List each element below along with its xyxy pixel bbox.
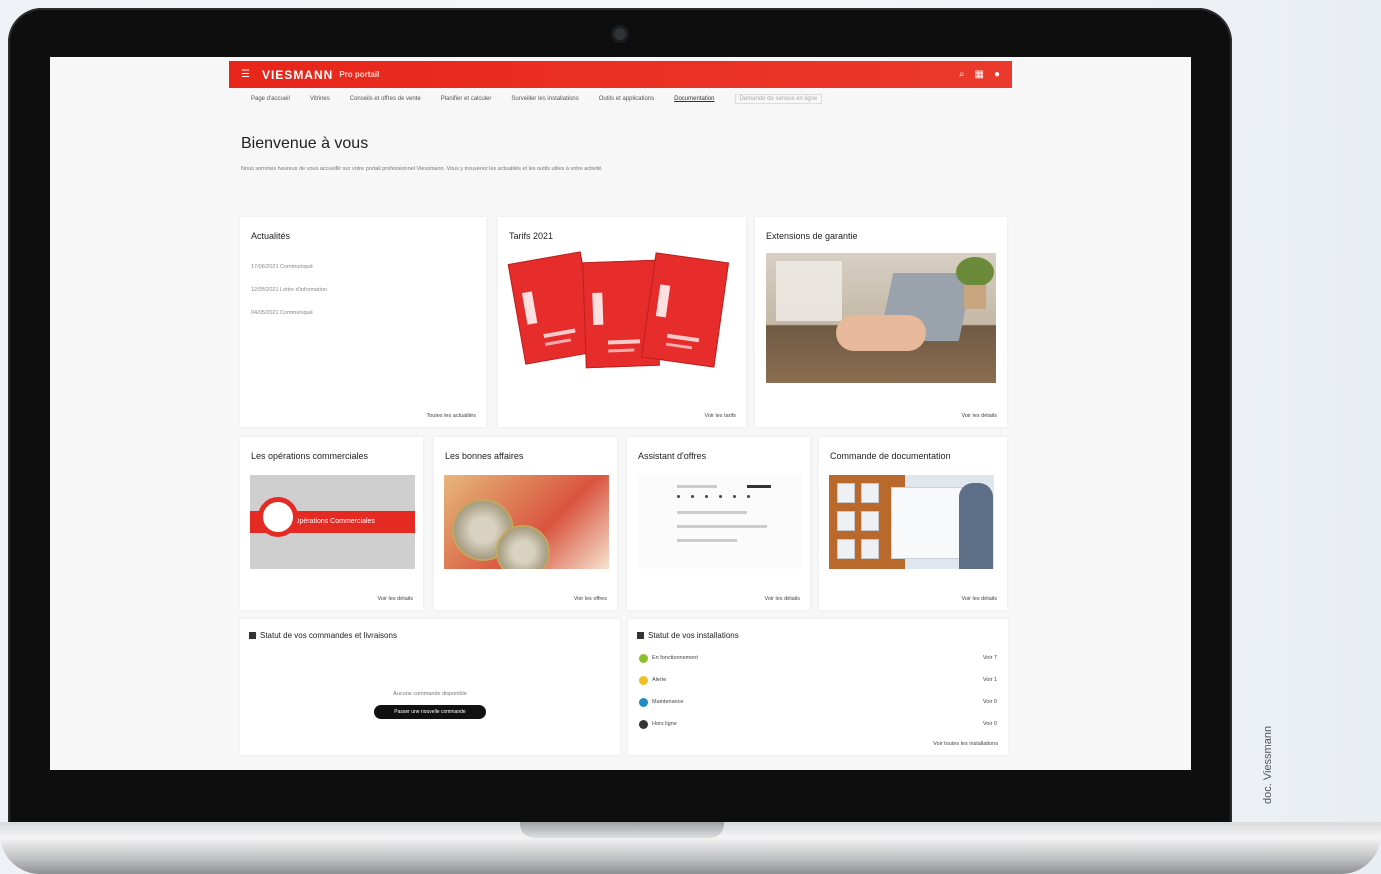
nav-item[interactable]: Vitrines: [310, 96, 330, 102]
more-link[interactable]: Voir les détails: [378, 596, 413, 602]
laptop-notch: [520, 822, 724, 838]
card-title: Les opérations commerciales: [251, 451, 369, 461]
card-title: Actualités: [251, 231, 291, 241]
more-link[interactable]: Voir les détails: [962, 413, 997, 419]
card-assistant: Assistant d'offres Voir les détails: [627, 437, 810, 610]
card-title: Extensions de garantie: [766, 231, 858, 241]
new-order-button[interactable]: Passer une nouvelle commande: [374, 705, 486, 719]
card-status-orders: Statut de vos commandes et livraisons Au…: [240, 619, 620, 755]
more-link[interactable]: Toutes les actualités: [426, 413, 476, 419]
installation-row[interactable]: Alerte Voir 1: [639, 675, 997, 687]
nav-item[interactable]: Conseils et offres de vente: [350, 96, 421, 102]
nav-item[interactable]: Demande de service en ligne: [734, 94, 823, 104]
coins-image: [444, 475, 609, 569]
nav-item-active[interactable]: Documentation: [674, 96, 714, 102]
installation-count[interactable]: Voir 0: [983, 699, 997, 705]
operations-image: Opérations Commerciales: [250, 475, 415, 569]
installation-row[interactable]: En fonctionnement Voir 7: [639, 653, 997, 665]
more-link[interactable]: Voir les détails: [962, 596, 997, 602]
main-nav: Page d'accueil Vitrines Conseils et offr…: [229, 91, 1012, 107]
empty-message: Aucune commande disponible: [393, 691, 467, 697]
nav-item[interactable]: Outils et applications: [599, 96, 654, 102]
brochure-image: [640, 252, 730, 368]
card-status-installations: Statut de vos installations En fonctionn…: [628, 619, 1008, 755]
user-icon[interactable]: ●: [994, 69, 1000, 80]
more-link[interactable]: Voir les offres: [574, 596, 607, 602]
card-commande: Commande de documentation Voir les détai…: [819, 437, 1007, 610]
card-title: Les bonnes affaires: [445, 451, 524, 461]
installation-label: Alerte: [652, 677, 667, 683]
installation-row[interactable]: Hors ligne Voir 0: [639, 719, 997, 731]
intro-text: Nous sommes heureux de vous accueillir s…: [241, 166, 603, 172]
card-actualites: Actualités 17/06/2021 Communiqué 12/05/2…: [240, 217, 486, 427]
installation-label: En fonctionnement: [652, 655, 698, 661]
installation-count[interactable]: Voir 1: [983, 677, 997, 683]
installation-count[interactable]: Voir 0: [983, 721, 997, 727]
card-affaires: Les bonnes affaires Voir les offres: [434, 437, 617, 610]
grid-icon[interactable]: ▦: [975, 69, 984, 80]
website: ☰ VIESMANN Pro portail ⌕ ▦ ● Page d'accu…: [229, 57, 1012, 770]
documentation-image: [829, 475, 994, 569]
status-dot-icon: [639, 676, 648, 685]
nav-item[interactable]: Planifier et calculer: [441, 96, 492, 102]
installation-label: Maintenance: [652, 699, 684, 705]
installation-row[interactable]: Maintenance Voir 0: [639, 697, 997, 709]
more-link[interactable]: Voir les détails: [765, 596, 800, 602]
card-title: Assistant d'offres: [638, 451, 707, 461]
top-bar: ☰ VIESMANN Pro portail ⌕ ▦ ●: [229, 61, 1012, 88]
card-title: Statut de vos installations: [648, 631, 739, 640]
nav-item[interactable]: Page d'accueil: [251, 96, 290, 102]
more-link[interactable]: Voir les tarifs: [705, 413, 736, 419]
card-title: Commande de documentation: [830, 451, 951, 461]
page-title: Bienvenue à vous: [241, 135, 369, 152]
nav-item[interactable]: Surveiller les installations: [511, 96, 578, 102]
card-tarifs: Tarifs 2021 Voir les tarifs: [498, 217, 746, 427]
laptop-photo: [766, 253, 996, 383]
status-dot-icon: [639, 698, 648, 707]
more-link[interactable]: Voir toutes les installations: [933, 741, 998, 747]
form-screenshot: [637, 475, 802, 569]
installation-label: Hors ligne: [652, 721, 677, 727]
alarm-clock-icon: [258, 497, 298, 537]
photo-credit: doc. Viessmann: [1262, 725, 1274, 804]
card-title: Statut de vos commandes et livraisons: [260, 631, 397, 640]
laptop-screen: ☰ VIESMANN Pro portail ⌕ ▦ ● Page d'accu…: [50, 57, 1191, 770]
truck-icon: [249, 632, 256, 639]
news-item[interactable]: 12/05/2021 Lettre d'information: [251, 287, 327, 293]
building-icon: [637, 632, 644, 639]
installation-count[interactable]: Voir 7: [983, 655, 997, 661]
card-operations: Les opérations commerciales Opérations C…: [240, 437, 423, 610]
hamburger-icon[interactable]: ☰: [241, 69, 250, 80]
webcam: [614, 28, 626, 40]
status-dot-icon: [639, 654, 648, 663]
status-dot-icon: [639, 720, 648, 729]
card-garantie: Extensions de garantie Voir les détails: [755, 217, 1007, 427]
portal-label: Pro portail: [339, 70, 380, 79]
brand-logo[interactable]: VIESMANN: [262, 68, 333, 82]
search-icon[interactable]: ⌕: [959, 69, 965, 80]
card-title: Tarifs 2021: [509, 231, 554, 241]
news-item[interactable]: 04/05/2021 Communiqué: [251, 310, 313, 316]
news-item[interactable]: 17/06/2021 Communiqué: [251, 264, 313, 270]
